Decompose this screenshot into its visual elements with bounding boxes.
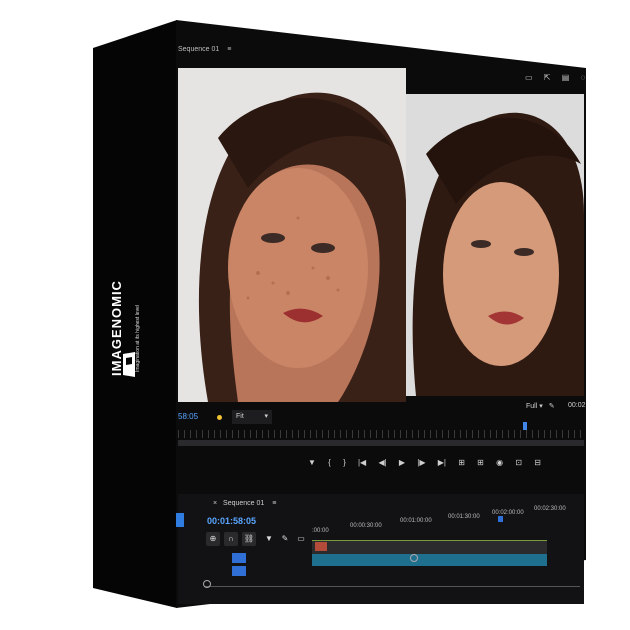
extract-button[interactable]: ⊞ xyxy=(477,458,484,467)
portrait-after-image xyxy=(406,94,584,396)
timeline-timecode[interactable]: 00:01:58:05 xyxy=(207,516,256,526)
scroll-handle[interactable] xyxy=(410,554,418,562)
snap-icon[interactable]: ∩ xyxy=(224,532,238,546)
captions-icon[interactable]: ▭ xyxy=(294,532,308,546)
ruler-tick: 00:01:30:00 xyxy=(448,514,480,520)
brand-tagline: Imagination at its highest level xyxy=(135,305,141,372)
settings-icon[interactable]: ▤ xyxy=(562,73,570,82)
mark-in-button[interactable]: { xyxy=(328,458,331,467)
scroll-handle[interactable] xyxy=(203,580,211,588)
safe-margins-icon[interactable]: ▭ xyxy=(525,73,533,82)
sequence-tab-label: Sequence 01 xyxy=(178,46,220,53)
playhead-timecode[interactable]: 58:05 xyxy=(178,412,198,421)
video-track-2[interactable] xyxy=(312,554,547,566)
video-track-1[interactable] xyxy=(312,540,547,555)
marker-dot-icon xyxy=(217,415,222,420)
ruler-tick: 00:02:00:00 xyxy=(492,510,524,516)
export-frame-icon[interactable]: ⇱ xyxy=(544,73,551,82)
resolution-select[interactable]: Full ▾ ✎ xyxy=(526,402,555,410)
mark-out-button[interactable]: } xyxy=(343,458,346,467)
toggle-proxies-button[interactable]: ⊟ xyxy=(534,458,541,467)
sequence-tab[interactable]: Sequence 01 ≡ xyxy=(178,46,231,53)
monitor-scrub-bar[interactable] xyxy=(178,440,584,446)
play-button[interactable]: ▶ xyxy=(399,458,405,467)
before-preview xyxy=(178,68,406,402)
add-marker-icon[interactable]: ▼ xyxy=(262,532,276,546)
timeline-sequence-tab-label: Sequence 01 xyxy=(223,500,265,507)
linked-selection-icon[interactable]: ⛓ xyxy=(242,532,256,546)
ruler-tick: 00:00:30:00 xyxy=(350,523,382,529)
zoom-select[interactable]: Fit ▾ xyxy=(232,410,272,424)
playhead-marker[interactable] xyxy=(523,422,527,430)
track-target-toggle[interactable] xyxy=(232,553,246,563)
monitor-toolbar: ▭ ⇱ ▤ ◌ xyxy=(525,73,594,82)
ruler-tick: :00:00 xyxy=(312,528,329,534)
timeline-sequence-tab[interactable]: × Sequence 01 ≡ xyxy=(213,500,276,507)
step-back-button[interactable]: ◀| xyxy=(378,458,386,467)
go-to-in-button[interactable]: |◀ xyxy=(358,458,366,467)
export-frame-button[interactable]: ◉ xyxy=(496,458,503,467)
timeline-sequence-tab-close-icon[interactable]: × xyxy=(213,500,217,507)
transport-controls: ▼ { } |◀ ◀| ▶ |▶ ▶| ⊞ ⊞ ◉ ⊡ ⊟ xyxy=(308,458,551,467)
resolution-select-value: Full xyxy=(526,403,538,410)
clip-fx-badge[interactable] xyxy=(315,542,327,551)
comparison-view-button[interactable]: ⊡ xyxy=(515,458,522,467)
brand-name: IMAGENOMIC xyxy=(109,280,124,376)
duration-timecode: 00:02 xyxy=(568,402,586,409)
track-target-toggle[interactable] xyxy=(232,566,246,576)
menu-icon[interactable]: ≡ xyxy=(272,500,276,507)
lift-button[interactable]: ⊞ xyxy=(458,458,465,467)
menu-icon[interactable]: ≡ xyxy=(227,46,231,53)
timeline-playhead[interactable] xyxy=(498,516,503,522)
chevron-down-icon: ▾ xyxy=(264,413,268,420)
wrench-icon[interactable]: ✎ xyxy=(549,403,555,410)
portrait-before-image xyxy=(178,68,406,402)
go-to-out-button[interactable]: ▶| xyxy=(438,458,446,467)
step-forward-button[interactable]: |▶ xyxy=(417,458,425,467)
timeline-scrollbar[interactable] xyxy=(205,580,580,587)
ruler-tick: 00:02:30:00 xyxy=(534,506,566,512)
chevron-down-icon: ▾ xyxy=(539,403,543,410)
spine-branding: IMAGENOMIC Imagination at its highest le… xyxy=(108,280,144,376)
selection-tool-icon[interactable] xyxy=(176,513,184,527)
add-marker-button[interactable]: ▼ xyxy=(308,458,316,467)
insert-nest-icon[interactable]: ⊕ xyxy=(206,532,220,546)
ruler-tick: 00:01:00:00 xyxy=(400,518,432,524)
monitor-time-ruler[interactable] xyxy=(178,430,584,438)
zoom-select-value: Fit xyxy=(236,413,244,420)
wrench-icon[interactable]: ✎ xyxy=(278,532,292,546)
after-preview xyxy=(406,94,584,396)
more-icon[interactable]: ◌ xyxy=(581,73,586,82)
